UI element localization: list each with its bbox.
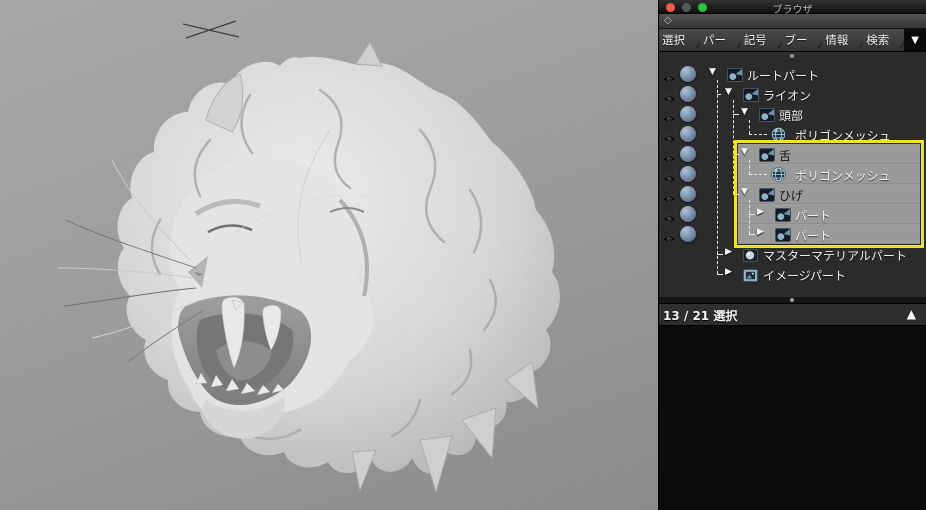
collapse-triangle-icon[interactable]: ▼ (741, 187, 753, 197)
part-icon (727, 67, 743, 81)
expand-triangle-icon[interactable]: ▶ (757, 207, 769, 217)
tree-row-label: ルートパート (747, 67, 819, 84)
tree-guide-line (749, 174, 767, 175)
image-icon (743, 267, 759, 281)
tab-3[interactable]: 記号 (741, 29, 782, 51)
tree-guide-line (749, 234, 755, 235)
render-flag-sphere-icon[interactable] (680, 66, 696, 82)
tree-row-label: イメージパート (763, 267, 846, 284)
tree-row-label: パート (795, 227, 831, 244)
tree-guide-line (733, 154, 739, 155)
expand-triangle-icon[interactable]: ▶ (725, 247, 737, 257)
tab-bar: 選択パー記号ブー情報検索▼ (659, 29, 926, 52)
visibility-eye-icon[interactable] (662, 169, 677, 179)
part-icon (759, 107, 775, 121)
tab-overflow-button[interactable]: ▼ (904, 29, 926, 51)
collapse-triangle-icon[interactable]: ▼ (741, 147, 753, 157)
tree-row-label: 舌 (779, 147, 791, 164)
shape-filter-icon[interactable]: ◇ (664, 15, 672, 26)
visibility-eye-icon[interactable] (662, 109, 677, 119)
mesh-icon (771, 127, 787, 141)
tree-guide-line (749, 214, 755, 215)
expand-triangle-icon[interactable]: ▶ (725, 267, 737, 277)
splitter-handle-top[interactable] (790, 54, 794, 58)
tree-guide-line (733, 194, 739, 195)
tree-row[interactable]: ▶ マスターマテリアルパート (659, 244, 926, 264)
tab-6[interactable]: 検索 (863, 29, 904, 51)
selection-count: 13 / 21 選択 (663, 307, 737, 324)
mesh-icon (771, 167, 787, 181)
render-flag-sphere-icon[interactable] (680, 126, 696, 142)
tree-row-label: パート (795, 207, 831, 224)
visibility-eye-icon[interactable] (662, 229, 677, 239)
render-flag-sphere-icon[interactable] (680, 106, 696, 122)
visibility-eye-icon[interactable] (662, 89, 677, 99)
expand-panel-triangle[interactable]: ▲ (907, 307, 916, 321)
tree-row-label: マスターマテリアルパート (763, 247, 907, 264)
tree-row[interactable]: ▶ イメージパート (659, 264, 926, 284)
splitter-handle-bottom[interactable] (790, 298, 794, 302)
camera-target-marker (183, 21, 239, 38)
tree-row[interactable]: ポリゴンメッシュ (659, 164, 926, 184)
tree-row[interactable]: ▶ パート (659, 204, 926, 224)
part-icon (759, 147, 775, 161)
part-icon (743, 87, 759, 101)
part-icon (775, 207, 791, 221)
scene-hierarchy-tree[interactable]: ▼ルートパート▼ライオン▼頭部ポリゴンメッシュ▼舌ポリゴンメッシュ▼ひげ▶パート… (659, 52, 926, 297)
tree-row[interactable]: ▼ ルートパート (659, 64, 926, 84)
tree-row[interactable]: ポリゴンメッシュ (659, 124, 926, 144)
render-flag-sphere-icon[interactable] (680, 86, 696, 102)
tree-row-label: ひげ (779, 187, 803, 204)
collapse-triangle-icon[interactable]: ▼ (741, 107, 753, 117)
render-flag-sphere-icon[interactable] (680, 226, 696, 242)
browser-panel: ブラウザ ◇ 選択パー記号ブー情報検索▼ ▼ルートパート▼ライオン▼頭部ポリゴン… (658, 0, 926, 510)
tab-4[interactable]: ブー (782, 29, 823, 51)
part-icon (759, 187, 775, 201)
tree-guide-line (733, 114, 739, 115)
panel-titlebar[interactable]: ブラウザ (659, 0, 926, 14)
tree-row[interactable]: ▼ 頭部 (659, 104, 926, 124)
collapse-triangle-icon[interactable]: ▼ (709, 67, 721, 77)
visibility-eye-icon[interactable] (662, 69, 677, 79)
expand-triangle-icon[interactable]: ▶ (757, 227, 769, 237)
tree-row-label: ポリゴンメッシュ (795, 127, 891, 144)
tree-guide-line (749, 134, 767, 135)
tree-row-label: ライオン (763, 87, 811, 104)
tree-guide-line (717, 94, 721, 95)
tree-guide-line (749, 160, 750, 174)
tree-guide-line (717, 274, 723, 275)
tree-row[interactable]: ▼舌 (659, 144, 926, 164)
tree-row[interactable]: ▶ パート (659, 224, 926, 244)
tree-row-label: ポリゴンメッシュ (795, 167, 891, 184)
tree-guide-line (717, 254, 723, 255)
render-flag-sphere-icon[interactable] (680, 166, 696, 182)
status-bar: 13 / 21 選択 ▲ (659, 303, 926, 326)
part-icon (775, 227, 791, 241)
app-window: ブラウザ ◇ 選択パー記号ブー情報検索▼ ▼ルートパート▼ライオン▼頭部ポリゴン… (0, 0, 926, 510)
render-flag-sphere-icon[interactable] (680, 186, 696, 202)
tree-row[interactable]: ▼ ひげ (659, 184, 926, 204)
tree-row[interactable]: ▼ ライオン (659, 84, 926, 104)
filter-bar[interactable]: ◇ (659, 14, 926, 29)
panel-empty-area (659, 326, 926, 510)
tree-guide-line (749, 120, 750, 134)
visibility-eye-icon[interactable] (662, 189, 677, 199)
tree-guide-line (717, 80, 718, 274)
tab-1[interactable]: 選択 (659, 29, 700, 51)
visibility-eye-icon[interactable] (662, 149, 677, 159)
tab-2[interactable]: パー (700, 29, 741, 51)
tree-row-label: 頭部 (779, 107, 803, 124)
render-flag-sphere-icon[interactable] (680, 146, 696, 162)
tree-guide-line (749, 200, 750, 234)
collapse-triangle-icon[interactable]: ▼ (725, 87, 737, 97)
lion-head-model (0, 0, 658, 510)
visibility-eye-icon[interactable] (662, 129, 677, 139)
visibility-eye-icon[interactable] (662, 209, 677, 219)
3d-viewport[interactable] (0, 0, 658, 510)
material-icon (743, 247, 759, 261)
tab-5[interactable]: 情報 (822, 29, 863, 51)
render-flag-sphere-icon[interactable] (680, 206, 696, 222)
